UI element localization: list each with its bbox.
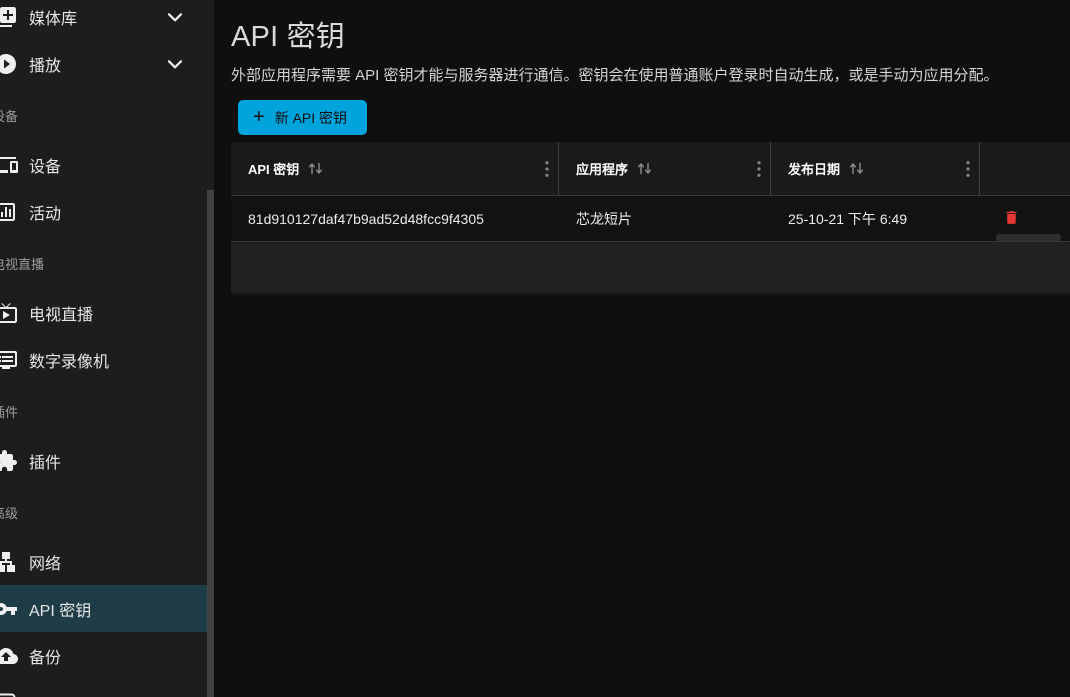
sidebar-item-live-tv[interactable]: 电视直播 (0, 289, 207, 336)
partial-item-icon (0, 691, 18, 697)
devices-icon (0, 153, 18, 177)
column-menu-icon[interactable] (545, 160, 549, 177)
sort-arrows-icon[interactable] (636, 161, 653, 176)
cloud-backup-icon (0, 644, 18, 668)
sidebar-section-plugins: 插件 (0, 405, 19, 420)
sidebar-item-networking[interactable]: 网络 (0, 538, 207, 585)
cell-actions (980, 208, 1070, 230)
sidebar-item-partial[interactable] (0, 679, 207, 697)
trash-icon (1003, 208, 1020, 230)
cell-date: 25-10-21 下午 6:49 (788, 210, 908, 227)
sidebar-item-label: API 密钥 (29, 602, 92, 620)
sort-arrows-icon[interactable] (307, 161, 324, 176)
sidebar-item-label: 活动 (29, 205, 62, 223)
new-api-key-label: 新 API 密钥 (274, 109, 348, 126)
table-hscroll-thumb[interactable] (996, 234, 1061, 241)
column-menu-icon[interactable] (757, 160, 761, 177)
play-circle-icon (0, 52, 18, 76)
sidebar-item-label: 播放 (29, 57, 62, 75)
sidebar-item-playback[interactable]: 播放 (0, 40, 207, 87)
sidebar-item-devices[interactable]: 设备 (0, 141, 207, 188)
sidebar-item-backup[interactable]: 备份 (0, 632, 207, 679)
page-title: API 密钥 (231, 21, 345, 53)
table-header-row: API 密钥 应用程序 发布日期 (231, 142, 1070, 196)
dvr-icon (0, 348, 18, 372)
sidebar-item-label: 数字录像机 (29, 353, 110, 371)
cell-app: 芯龙短片 (576, 210, 632, 227)
delete-key-button[interactable] (1003, 208, 1020, 230)
new-api-key-button[interactable]: + 新 API 密钥 (238, 100, 368, 135)
sidebar-item-label: 设备 (29, 158, 62, 176)
sidebar-section-advanced: 高级 (0, 506, 19, 521)
sidebar-item-label: 插件 (29, 454, 62, 472)
sidebar-item-label: 网络 (29, 555, 62, 573)
column-label: API 密钥 (248, 162, 300, 177)
plus-icon: + (253, 105, 265, 128)
table-footer (231, 242, 1070, 293)
table-row[interactable]: 81d910127daf47b9ad52d48fcc9f4305 芯龙短片 25… (231, 196, 1070, 242)
column-label: 发布日期 (788, 162, 841, 177)
api-keys-table: API 密钥 应用程序 发布日期 81d910127daf47b9ad52d48… (231, 142, 1070, 295)
column-header-actions (980, 142, 1070, 195)
column-menu-icon[interactable] (966, 160, 970, 177)
sidebar-item-media-library[interactable]: 媒体库 (0, 0, 207, 40)
sidebar-item-label: 备份 (29, 649, 62, 667)
library-add-icon (0, 5, 18, 29)
column-header-app[interactable]: 应用程序 (559, 142, 771, 195)
sidebar-item-label: 媒体库 (29, 10, 78, 28)
main-content: API 密钥 外部应用程序需要 API 密钥才能与服务器进行通信。密钥会在使用普… (214, 0, 1070, 697)
page-description: 外部应用程序需要 API 密钥才能与服务器进行通信。密钥会在使用普通账户登录时自… (231, 67, 999, 84)
sidebar-section-devices: 设备 (0, 109, 19, 124)
chevron-down-icon[interactable] (163, 52, 187, 76)
sidebar-section-live-tv: 电视直播 (0, 257, 45, 272)
column-header-date-issued[interactable]: 发布日期 (771, 142, 980, 195)
sidebar-item-label: 电视直播 (29, 306, 94, 324)
sidebar-item-dvr[interactable]: 数字录像机 (0, 336, 207, 383)
key-icon (0, 597, 18, 621)
sidebar-item-activity[interactable]: 活动 (0, 188, 207, 235)
live-tv-icon (0, 301, 18, 325)
plugin-puzzle-icon (0, 449, 18, 473)
column-label: 应用程序 (576, 162, 629, 177)
cell-api-key: 81d910127daf47b9ad52d48fcc9f4305 (248, 210, 484, 227)
network-lan-icon (0, 550, 18, 574)
sidebar-item-plugins[interactable]: 插件 (0, 437, 207, 484)
chevron-down-icon[interactable] (163, 5, 187, 29)
sort-arrows-icon[interactable] (848, 161, 865, 176)
sidebar: 媒体库 播放 设备 设备 活动 电视直播 电视直播 (0, 0, 207, 697)
sidebar-item-api-keys[interactable]: API 密钥 (0, 585, 207, 632)
activity-chart-icon (0, 200, 18, 224)
column-header-api-key[interactable]: API 密钥 (231, 142, 559, 195)
sidebar-scrollbar-thumb[interactable] (207, 190, 214, 697)
